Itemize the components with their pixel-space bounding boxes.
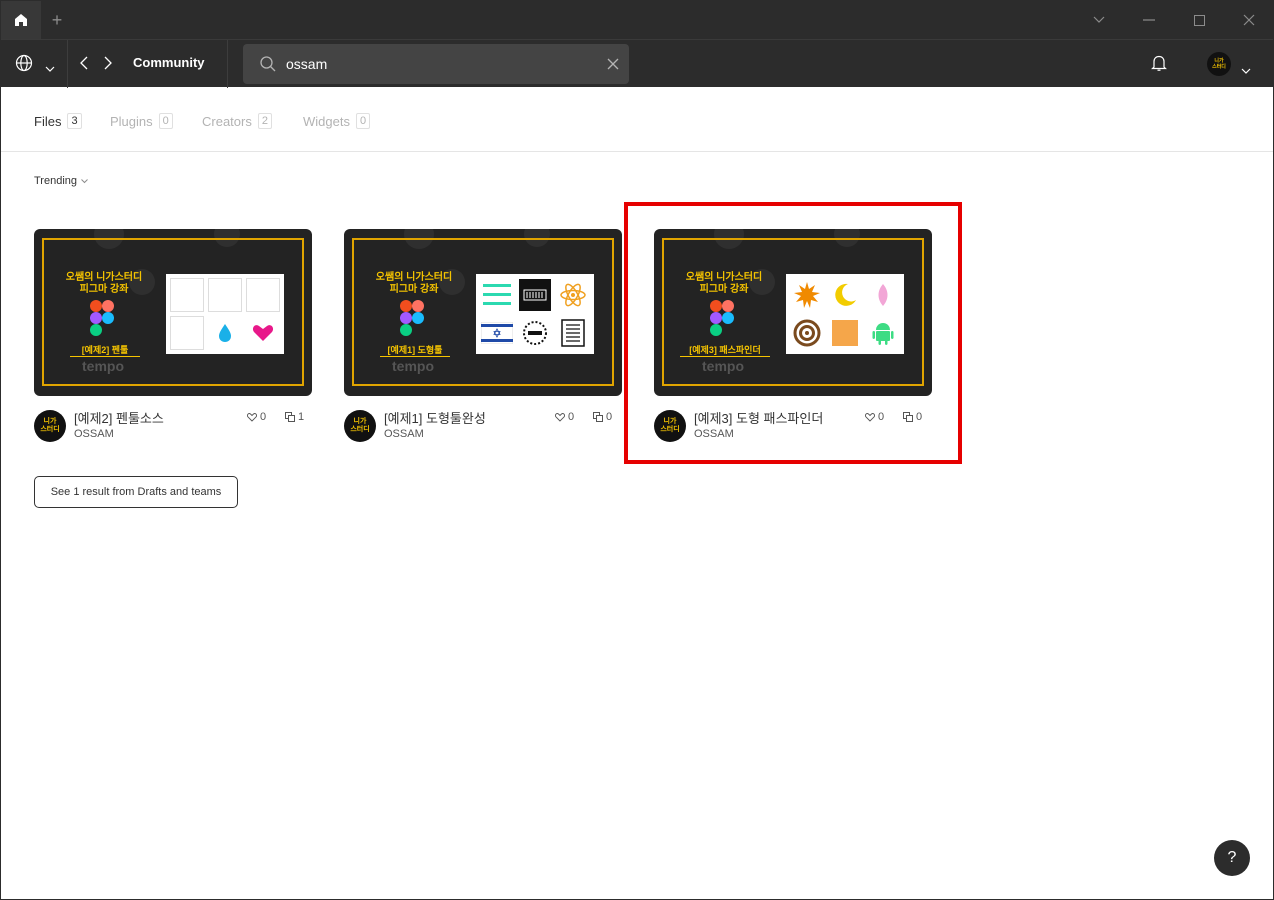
atom-icon: [556, 278, 590, 312]
result-tabs: Files 3 Plugins 0 Creators 2 Widgets 0: [1, 87, 1273, 152]
thumbnail-heading: 오쌤의 니가스터디 피그마 강좌: [375, 272, 453, 295]
chevron-down-icon: [81, 178, 88, 183]
chevron-down-icon[interactable]: [1241, 61, 1251, 79]
help-button[interactable]: ?: [1214, 840, 1250, 876]
home-icon: [15, 14, 27, 26]
duplicate-count[interactable]: 1: [285, 411, 304, 423]
see-drafts-results-button[interactable]: See 1 result from Drafts and teams: [34, 476, 238, 508]
pen-grid-cell: [208, 278, 242, 312]
globe-icon: [15, 54, 33, 72]
tab-widgets[interactable]: Widgets 0: [303, 112, 371, 130]
title-bar: +: [1, 1, 1273, 39]
duplicate-icon: [285, 412, 295, 422]
no-entry-icon: [518, 316, 552, 350]
like-count[interactable]: 0: [247, 411, 266, 423]
thumbnail-label: [예제2] 펜툴: [70, 343, 140, 357]
globe-language-button[interactable]: [15, 54, 33, 77]
file-author[interactable]: OSSAM: [74, 428, 114, 440]
bell-icon: [1151, 55, 1167, 71]
chevron-down-icon[interactable]: [45, 59, 55, 77]
thumbnail-label: [예제1] 도형툴: [380, 343, 450, 357]
heart-outline-icon: [247, 412, 257, 422]
maximize-button[interactable]: [1189, 10, 1209, 30]
heart-icon: [246, 316, 280, 350]
figma-logo-icon: [90, 300, 114, 336]
nav-bar: Community 니가 스터디: [1, 39, 1273, 88]
menu-lines-icon: [480, 278, 514, 312]
highlight-box: [624, 202, 962, 464]
back-button[interactable]: [79, 56, 89, 75]
tab-plugins[interactable]: Plugins 0: [110, 112, 173, 130]
user-avatar[interactable]: 니가 스터디: [1207, 52, 1231, 76]
tab-creators[interactable]: Creators 2: [202, 112, 272, 130]
search-input[interactable]: [286, 55, 586, 73]
file-author[interactable]: OSSAM: [384, 428, 424, 440]
thumbnail-panel: [166, 274, 284, 354]
card-meta: 니가 스터디 [예제1] 도형툴완성 OSSAM 0 0: [344, 408, 622, 448]
file-title[interactable]: [예제2] 펜툴소스: [74, 408, 164, 427]
nav-divider: [227, 40, 228, 88]
file-card[interactable]: 오쌤의 니가스터디 피그마 강좌 [예제2] 펜툴 tempo 니가 스터디 [예…: [34, 229, 312, 448]
nav-divider: [67, 40, 68, 88]
clear-search-icon[interactable]: [607, 58, 619, 70]
notifications-button[interactable]: [1151, 54, 1167, 77]
tab-count: 0: [158, 113, 173, 129]
thumbnail-tempo-text: tempo: [392, 358, 434, 374]
tab-count: 3: [67, 113, 82, 129]
file-title[interactable]: [예제1] 도형툴완성: [384, 408, 486, 427]
thumbnail-heading: 오쌤의 니가스터디 피그마 강좌: [65, 272, 143, 295]
creator-avatar[interactable]: 니가 스터디: [344, 410, 376, 442]
minimize-button[interactable]: [1139, 10, 1159, 30]
creator-avatar[interactable]: 니가 스터디: [34, 410, 66, 442]
pen-grid-cell: [170, 278, 204, 312]
tab-files[interactable]: Files 3: [34, 112, 82, 130]
water-drop-icon: [208, 316, 242, 350]
tab-count: 0: [355, 113, 371, 129]
chevron-down-icon[interactable]: [1089, 10, 1109, 30]
file-card[interactable]: 오쌤의 니가스터디 피그마 강좌 [예제1] 도형툴 tempo 니가 스터디 …: [344, 229, 622, 448]
israel-flag-icon: [480, 316, 514, 350]
chevron-right-icon: [104, 56, 112, 70]
pen-grid-cell: [170, 316, 204, 350]
nav-title: Community: [133, 55, 205, 70]
new-tab-button[interactable]: +: [47, 10, 67, 30]
duplicate-count[interactable]: 0: [593, 411, 612, 423]
pen-grid-cell: [246, 278, 280, 312]
home-tab[interactable]: [1, 1, 41, 39]
thumbnail-panel: [476, 274, 594, 354]
forward-button[interactable]: [103, 56, 113, 75]
duplicate-icon: [593, 412, 603, 422]
like-count[interactable]: 0: [555, 411, 574, 423]
file-thumbnail[interactable]: 오쌤의 니가스터디 피그마 강좌 [예제1] 도형툴 tempo: [344, 229, 622, 396]
figma-logo-icon: [400, 300, 424, 336]
thumbnail-tempo-text: tempo: [82, 358, 124, 374]
search-box[interactable]: [243, 44, 629, 84]
heart-outline-icon: [555, 412, 565, 422]
sort-dropdown[interactable]: Trending: [34, 175, 88, 187]
card-meta: 니가 스터디 [예제2] 펜툴소스 OSSAM 0 1: [34, 408, 312, 448]
tab-count: 2: [257, 113, 272, 129]
document-icon: [556, 316, 590, 350]
battery-icon: [518, 278, 552, 312]
chevron-left-icon: [80, 56, 88, 70]
file-thumbnail[interactable]: 오쌤의 니가스터디 피그마 강좌 [예제2] 펜툴 tempo: [34, 229, 312, 396]
close-window-button[interactable]: [1239, 10, 1259, 30]
search-icon: [260, 56, 276, 72]
